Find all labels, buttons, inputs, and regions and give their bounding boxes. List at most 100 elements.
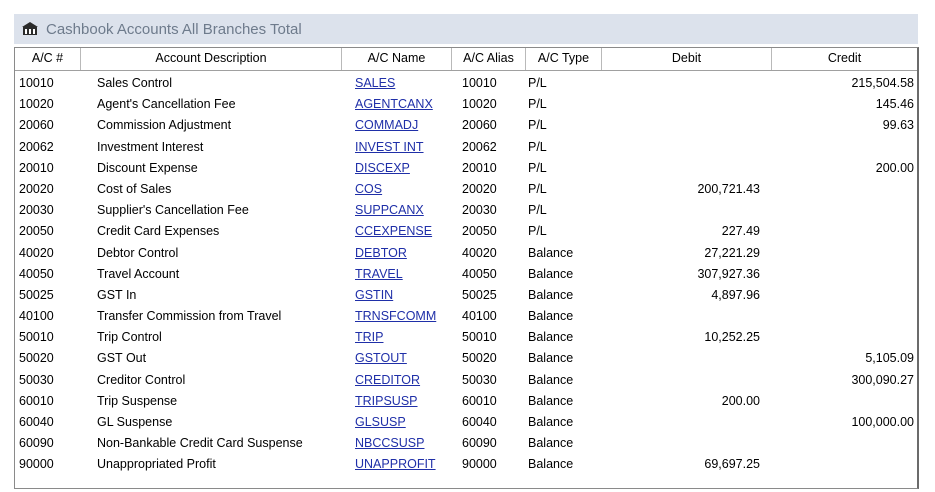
account-name-link[interactable]: SUPPCANX — [355, 203, 424, 217]
table-row[interactable]: 20030 Supplier's Cancellation Fee SUPPCANX… — [15, 200, 917, 221]
cell-ac-number: 50020 — [19, 351, 54, 366]
column-header-ac-alias[interactable]: A/C Alias — [452, 48, 526, 70]
table-row[interactable]: 50020 GST Out GSTOUT 50020 Balance 5,105.09 — [15, 348, 917, 369]
cell-ac-name-link[interactable]: CREDITOR — [342, 370, 452, 391]
cell-debit: 307,927.36 — [697, 266, 760, 281]
cell-account-description: Debtor Control — [97, 245, 179, 260]
cell-ac-name-link[interactable]: DEBTOR — [342, 243, 452, 264]
cell-ac-type: Balance — [528, 309, 574, 324]
cell-ac-name-link[interactable]: COS — [342, 179, 452, 200]
cell-debit — [602, 94, 772, 115]
column-header-ac-number[interactable]: A/C # — [15, 48, 81, 70]
account-name-link[interactable]: GLSUSP — [355, 415, 406, 429]
cell-ac-number: 20050 — [19, 224, 54, 239]
cell-ac-alias: 50030 — [462, 372, 497, 387]
account-name-link[interactable]: GSTIN — [355, 288, 393, 302]
cell-debit — [602, 158, 772, 179]
cell-ac-number: 50025 — [19, 287, 54, 302]
cell-credit: 99.63 — [882, 118, 914, 133]
account-name-link[interactable]: GSTOUT — [355, 351, 407, 365]
cell-ac-name-link[interactable]: SUPPCANX — [342, 200, 452, 221]
cell-ac-alias: 20060 — [462, 118, 497, 133]
table-row[interactable]: 40100 Transfer Commission from Travel TRNS… — [15, 306, 917, 327]
cell-debit — [602, 433, 772, 454]
cell-ac-name-link[interactable]: DISCEXP — [342, 158, 452, 179]
cell-credit — [772, 391, 917, 412]
account-name-link[interactable]: COMMADJ — [355, 118, 418, 132]
table-row[interactable]: 20010 Discount Expense DISCEXP 20010 P/L 200.… — [15, 158, 917, 179]
cell-ac-type: Balance — [528, 287, 574, 302]
table-row[interactable]: 60040 GL Suspense GLSUSP 60040 Balance 100,00… — [15, 412, 917, 433]
cell-ac-name-link[interactable]: TRNSFCOMM — [342, 306, 452, 327]
account-name-link[interactable]: CREDITOR — [355, 373, 420, 387]
account-name-link[interactable]: SALES — [355, 76, 395, 90]
cell-ac-name-link[interactable]: GLSUSP — [342, 412, 452, 433]
account-name-link[interactable]: INVEST INT — [355, 140, 424, 154]
table-row[interactable]: 20062 Investment Interest INVEST INT 20062 P… — [15, 137, 917, 158]
table-row[interactable]: 60010 Trip Suspense TRIPSUSP 60010 Balance 20… — [15, 391, 917, 412]
cell-ac-number: 40020 — [19, 245, 54, 260]
cell-debit: 27,221.29 — [704, 245, 760, 260]
table-row[interactable]: 10010 Sales Control SALES 10010 P/L 215,504.5… — [15, 73, 917, 94]
table-row[interactable]: 20050 Credit Card Expenses CCEXPENSE 20050 P… — [15, 221, 917, 242]
cell-ac-type: Balance — [528, 415, 574, 429]
table-row[interactable]: 50025 GST In GSTIN 50025 Balance 4,897.96 — [15, 285, 917, 306]
cell-ac-name-link[interactable]: UNAPPROFIT — [342, 454, 452, 475]
cell-account-description: Non-Bankable Credit Card Suspense — [97, 436, 303, 451]
cell-ac-name-link[interactable]: TRAVEL — [342, 264, 452, 285]
cell-ac-name-link[interactable]: SALES — [342, 73, 452, 94]
account-name-link[interactable]: UNAPPROFIT — [355, 457, 436, 471]
cell-ac-name-link[interactable]: TRIP — [342, 327, 452, 348]
cell-ac-name-link[interactable]: COMMADJ — [342, 115, 452, 136]
cell-ac-name-link[interactable]: GSTIN — [342, 285, 452, 306]
column-header-account-description[interactable]: Account Description — [81, 48, 342, 70]
cell-ac-name-link[interactable]: AGENTCANX — [342, 94, 452, 115]
account-name-link[interactable]: TRAVEL — [355, 267, 403, 281]
cell-account-description: Discount Expense — [97, 160, 198, 175]
account-name-link[interactable]: COS — [355, 182, 382, 196]
account-name-link[interactable]: DISCEXP — [355, 161, 410, 175]
cell-account-description: Sales Control — [97, 76, 173, 90]
table-row[interactable]: 50010 Trip Control TRIP 50010 Balance 10,252.… — [15, 327, 917, 348]
cashbook-icon — [22, 22, 38, 36]
table-row[interactable]: 60090 Non-Bankable Credit Card Suspense NB… — [15, 433, 917, 454]
cell-ac-alias: 50010 — [462, 330, 497, 345]
cell-credit: 145.46 — [875, 97, 914, 112]
table-row[interactable]: 90000 Unappropriated Profit UNAPPROFIT 9000… — [15, 454, 917, 475]
table-row[interactable]: 20020 Cost of Sales COS 20020 P/L 200,721.43 — [15, 179, 917, 200]
cell-ac-number: 20020 — [19, 181, 54, 196]
cell-credit — [772, 200, 917, 221]
cell-ac-name-link[interactable]: NBCCSUSP — [342, 433, 452, 454]
cell-ac-name-link[interactable]: CCEXPENSE — [342, 221, 452, 242]
cell-ac-number: 20060 — [19, 118, 54, 133]
table-row[interactable]: 20060 Commission Adjustment COMMADJ 20060 P/… — [15, 115, 917, 136]
cell-debit — [602, 137, 772, 158]
table-row[interactable]: 10020 Agent's Cancellation Fee AGENTCANX 10… — [15, 94, 917, 115]
cell-ac-name-link[interactable]: GSTOUT — [342, 348, 452, 369]
table-row[interactable]: 40020 Debtor Control DEBTOR 40020 Balance 27,… — [15, 243, 917, 264]
cell-credit — [772, 327, 917, 348]
column-header-credit[interactable]: Credit — [772, 48, 917, 70]
grid-header: A/C # Account Description A/C Name A/C A… — [15, 48, 917, 71]
column-header-ac-name[interactable]: A/C Name — [342, 48, 452, 70]
cell-account-description: GST In — [97, 287, 137, 302]
account-name-link[interactable]: CCEXPENSE — [355, 224, 432, 238]
column-header-ac-type[interactable]: A/C Type — [526, 48, 602, 70]
cell-ac-name-link[interactable]: TRIPSUSP — [342, 391, 452, 412]
cell-ac-type: Balance — [528, 372, 574, 387]
account-name-link[interactable]: DEBTOR — [355, 246, 407, 260]
table-row[interactable]: 50030 Creditor Control CREDITOR 50030 Balanc… — [15, 370, 917, 391]
column-header-debit[interactable]: Debit — [602, 48, 772, 70]
cell-ac-alias: 40050 — [462, 266, 497, 281]
window-titlebar[interactable]: Cashbook Accounts All Branches Total — [14, 14, 918, 44]
account-name-link[interactable]: TRIP — [355, 330, 383, 344]
account-name-link[interactable]: AGENTCANX — [355, 97, 433, 111]
cell-ac-type: P/L — [528, 118, 547, 133]
cell-account-description: Cost of Sales — [97, 181, 172, 196]
table-row[interactable]: 40050 Travel Account TRAVEL 40050 Balance 307… — [15, 264, 917, 285]
account-name-link[interactable]: NBCCSUSP — [355, 436, 424, 450]
account-name-link[interactable]: TRIPSUSP — [355, 394, 418, 408]
cell-ac-name-link[interactable]: INVEST INT — [342, 137, 452, 158]
account-name-link[interactable]: TRNSFCOMM — [355, 309, 436, 323]
cell-ac-alias: 10010 — [462, 76, 497, 90]
